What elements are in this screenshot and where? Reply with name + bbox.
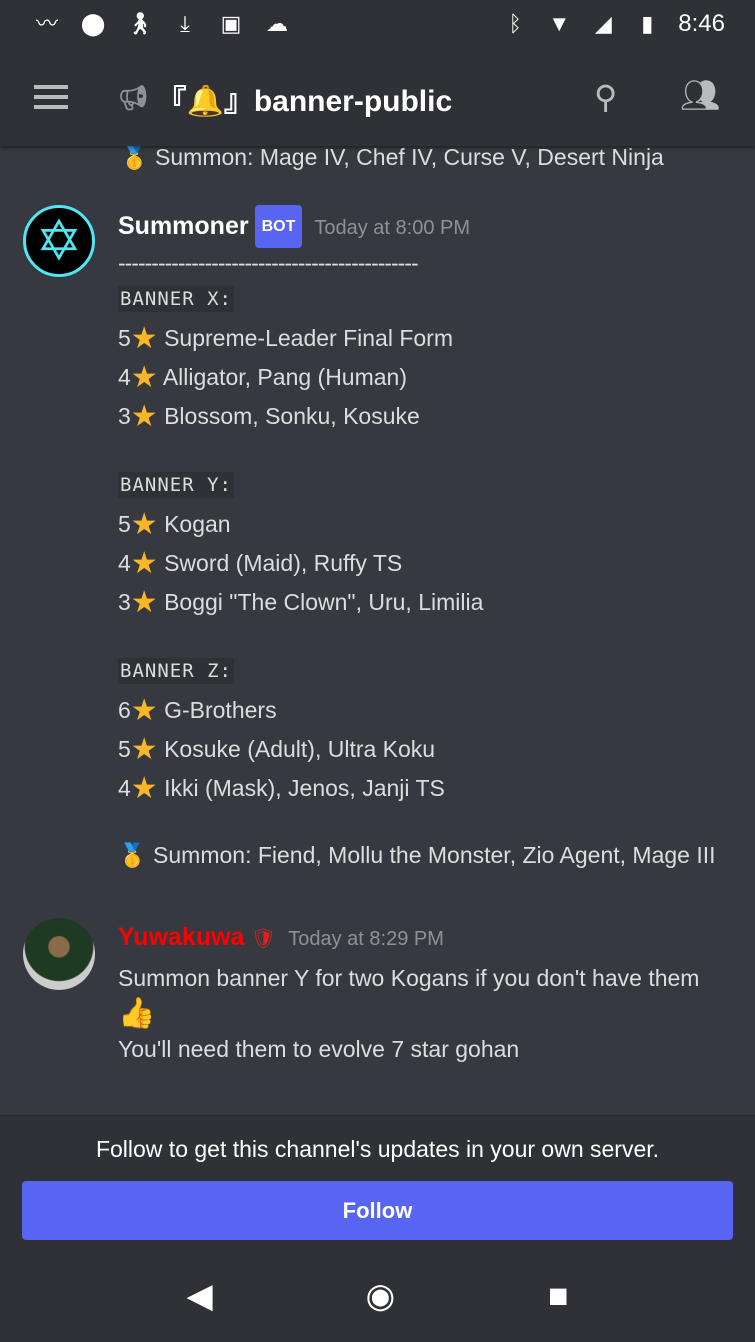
character-list: Blossom, Sonku, Kosuke bbox=[164, 403, 420, 429]
character-list: Supreme-Leader Final Form bbox=[164, 325, 453, 351]
rarity-number: 4 bbox=[118, 364, 131, 390]
sperm-icon: 〰 bbox=[35, 11, 58, 36]
star-icon: ★ bbox=[130, 586, 158, 619]
rarity-number: 3 bbox=[118, 403, 131, 429]
follow-button[interactable]: Follow bbox=[22, 1181, 733, 1240]
character-list: Kogan bbox=[164, 511, 231, 537]
avatar-summoner[interactable]: ✡ bbox=[23, 205, 95, 277]
rarity-line: 4★ Ikki (Mask), Jenos, Janji TS bbox=[118, 769, 728, 808]
follow-panel: Follow to get this channel's updates in … bbox=[0, 1115, 755, 1250]
banner-block: BANNER Z: 6★ G-Brothers 5★ Kosuke (Adult),… bbox=[118, 650, 728, 808]
medal-icon: 🥇 bbox=[118, 842, 147, 868]
rarity-line: 6★ G-Brothers bbox=[118, 691, 728, 730]
avatar-yuwakuwa[interactable] bbox=[23, 918, 95, 990]
android-nav-bar: ◀ ◉ ■ bbox=[0, 1250, 755, 1342]
character-list: Boggi "The Clown", Uru, Limilia bbox=[164, 589, 484, 615]
star-icon: ★ bbox=[130, 733, 158, 766]
character-list: Sword (Maid), Ruffy TS bbox=[164, 550, 403, 576]
follow-prompt: Follow to get this channel's updates in … bbox=[95, 1136, 660, 1162]
character-list: Kosuke (Adult), Ultra Koku bbox=[164, 736, 436, 762]
rarity-line: 5★ Kogan bbox=[118, 505, 728, 544]
status-bar: 〰 ⬤ 🚶︎ ⤓ ▣ ☁ ᛒ ▼ ◢ ▮ 8:46 bbox=[0, 0, 755, 48]
medal-icon: 🥇 bbox=[120, 144, 149, 170]
rarity-number: 5 bbox=[118, 511, 131, 537]
star-icon: ★ bbox=[130, 508, 158, 541]
rarity-line: 5★ Supreme-Leader Final Form bbox=[118, 319, 728, 358]
star-icon: ★ bbox=[130, 772, 158, 805]
download-icon: ⤓ bbox=[180, 11, 190, 36]
message-text: Summon banner Y for two Kogans if you do… bbox=[118, 965, 700, 991]
banner-label: BANNER Z: bbox=[118, 658, 234, 684]
message-yuwakuwa: Yuwakuwa 🛡︎ Today at 8:29 PM Summon banne… bbox=[118, 918, 728, 1069]
character-list: Alligator, Pang (Human) bbox=[162, 364, 408, 390]
banner-block: BANNER X: 5★ Supreme-Leader Final Form 4★ … bbox=[118, 278, 728, 436]
character-list: G-Brothers bbox=[164, 697, 277, 723]
walk-icon: 🚶︎ bbox=[126, 11, 154, 36]
battery-charging-icon: ▮ bbox=[641, 11, 654, 36]
channel-title: 📢︎ 『🔔』banner-public bbox=[118, 76, 452, 120]
members-icon[interactable]: 👥︎ bbox=[680, 76, 721, 114]
message-text: You'll need them to evolve 7 star gohan bbox=[118, 1036, 520, 1062]
channel-name: 『🔔』banner-public bbox=[156, 85, 453, 118]
rarity-number: 4 bbox=[118, 550, 131, 576]
rarity-number: 4 bbox=[118, 775, 131, 801]
rarity-line: 4★ Alligator, Pang (Human) bbox=[118, 358, 728, 397]
star-icon: ★ bbox=[130, 400, 158, 433]
star-icon: ★ bbox=[130, 361, 158, 394]
rarity-number: 3 bbox=[118, 589, 131, 615]
rarity-line: 4★ Sword (Maid), Ruffy TS bbox=[118, 544, 728, 583]
recents-icon[interactable]: ■ bbox=[548, 1277, 569, 1316]
timestamp: Today at 8:29 PM bbox=[288, 928, 444, 950]
author-name[interactable]: Yuwakuwa bbox=[118, 923, 244, 951]
status-time: 8:46 bbox=[678, 10, 725, 37]
author-name[interactable]: Summoner bbox=[118, 212, 249, 240]
moderator-shield-icon: 🛡︎ bbox=[250, 928, 277, 950]
banner-label: BANNER Y: bbox=[118, 472, 234, 498]
rarity-line: 3★ Blossom, Sonku, Kosuke bbox=[118, 397, 728, 436]
timestamp: Today at 8:00 PM bbox=[314, 217, 471, 239]
rarity-number: 5 bbox=[118, 325, 131, 351]
message-summoner: Summoner BOT Today at 8:00 PM ------------… bbox=[118, 205, 728, 875]
divider-text: ----------------------------------------… bbox=[118, 250, 419, 276]
star-icon: ★ bbox=[130, 694, 158, 727]
thumbs-up-emoji: 👍 bbox=[118, 997, 156, 1030]
signal-icon: ◢ bbox=[594, 11, 612, 36]
rarity-number: 6 bbox=[118, 697, 131, 723]
star-icon: ★ bbox=[130, 322, 158, 355]
channel-header: 📢︎ 『🔔』banner-public ⚲ 👥︎ bbox=[0, 48, 755, 146]
rarity-line: 5★ Kosuke (Adult), Ultra Koku bbox=[118, 730, 728, 769]
menu-icon[interactable] bbox=[34, 85, 68, 109]
character-list: Ikki (Mask), Jenos, Janji TS bbox=[164, 775, 445, 801]
home-icon[interactable]: ◉ bbox=[365, 1276, 395, 1316]
banner-label: BANNER X: bbox=[118, 286, 234, 312]
banner-block: BANNER Y: 5★ Kogan 4★ Sword (Maid), Ruffy … bbox=[118, 464, 728, 622]
cloud-icon: ☁ bbox=[266, 11, 288, 36]
wifi-icon: ▼ bbox=[548, 11, 571, 36]
announcement-lock-icon: 📢︎ bbox=[118, 84, 149, 112]
summon-line: 🥇 Summon: Fiend, Mollu the Monster, Zio … bbox=[118, 842, 716, 868]
star-icon: ★ bbox=[130, 547, 158, 580]
rarity-line: 3★ Boggi "The Clown", Uru, Limilia bbox=[118, 583, 728, 622]
bluetooth-icon: ᛒ bbox=[508, 11, 522, 36]
search-icon[interactable]: ⚲ bbox=[594, 78, 617, 116]
record-icon: ⬤ bbox=[80, 11, 106, 36]
bot-badge: BOT bbox=[254, 205, 303, 248]
rarity-number: 5 bbox=[118, 736, 131, 762]
back-icon[interactable]: ◀ bbox=[186, 1276, 212, 1316]
image-icon: ▣ bbox=[220, 11, 242, 36]
